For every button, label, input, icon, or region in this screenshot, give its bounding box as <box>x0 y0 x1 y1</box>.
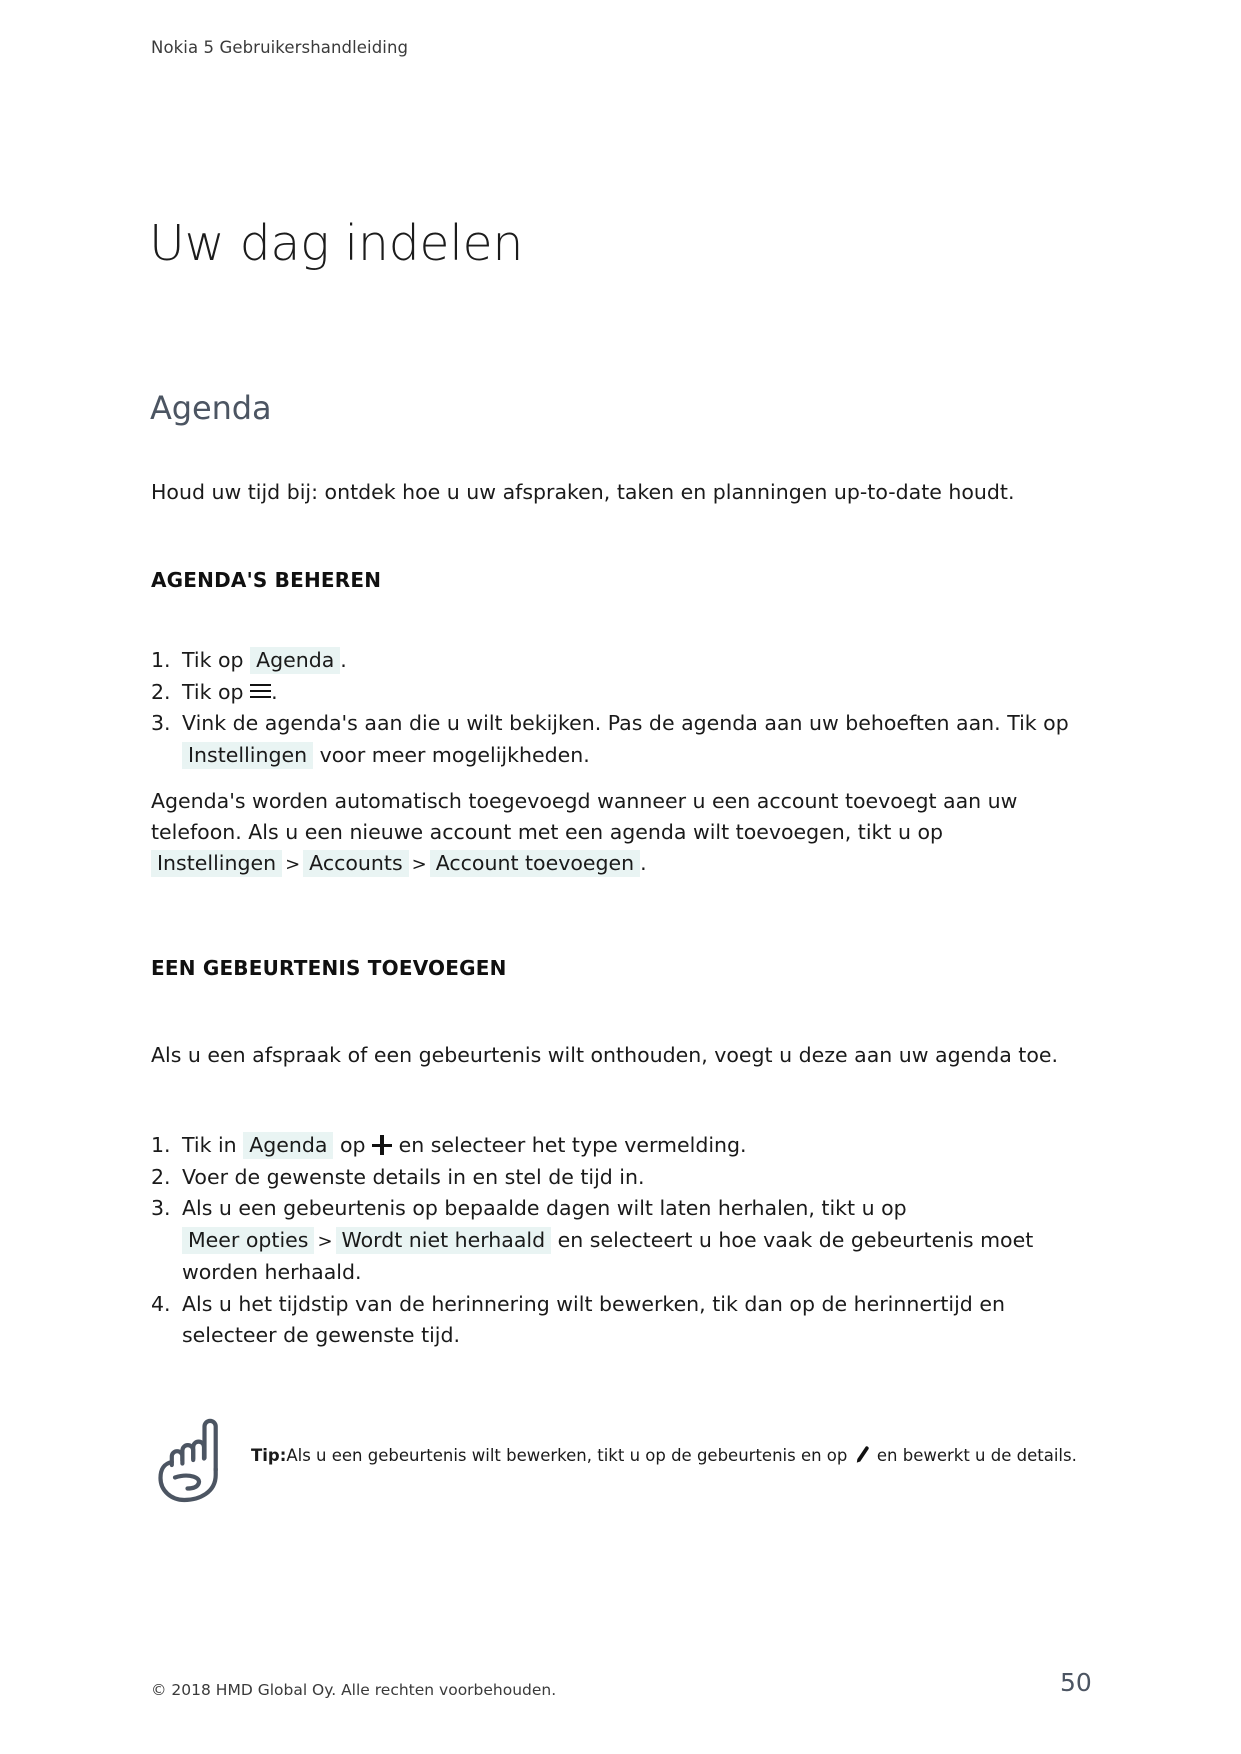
list-item: 1. Tik in Agenda op en selecteer het type… <box>151 1130 1096 1162</box>
ui-term-meer-opties[interactable]: Meer opties <box>182 1226 315 1254</box>
list-number: 2. <box>151 1164 171 1189</box>
pointing-hand-icon <box>151 1418 225 1504</box>
step-text-before: Tik in <box>182 1133 237 1157</box>
subheading-manage-calendars: AGENDA'S BEHEREN <box>151 568 382 592</box>
list-number: 2. <box>151 679 171 704</box>
add-event-intro: Als u een afspraak of een gebeurtenis wi… <box>151 1043 1059 1067</box>
ui-term-instellingen[interactable]: Instellingen <box>182 741 314 769</box>
tip-text-before: Als u een gebeurtenis wilt bewerken, tik… <box>286 1446 848 1465</box>
footer-copyright: © 2018 HMD Global Oy. Alle rechten voorb… <box>151 1681 557 1699</box>
tip-label: Tip: <box>251 1446 287 1465</box>
ui-term-agenda[interactable]: Agenda <box>243 1132 334 1159</box>
pencil-edit-icon[interactable] <box>853 1445 872 1464</box>
list-number: 4. <box>151 1291 171 1316</box>
path-end-period: . <box>640 851 647 875</box>
step-text-after: . <box>271 679 278 704</box>
steps-manage-calendars: 1. Tik op Agenda. 2. Tik op . 3. Vink de ag… <box>151 645 1096 771</box>
step-text-after: voor meer mogelijkheden. <box>319 742 590 767</box>
plus-icon[interactable] <box>372 1135 393 1155</box>
step-text-before: Tik op <box>182 679 244 704</box>
tip-text-after: en bewerkt u de details. <box>876 1446 1077 1465</box>
list-item: 3. Als u een gebeurtenis op bepaalde dage… <box>151 1193 1096 1289</box>
intro-paragraph: Houd uw tijd bij: ontdek hoe u uw afspra… <box>151 480 1015 504</box>
accounts-paragraph: Agenda's worden automatisch toegevoegd w… <box>151 786 1091 880</box>
step-text-before: Tik op <box>182 648 244 672</box>
step-text: Als u het tijdstip van de herinnering wi… <box>182 1291 1005 1348</box>
ui-term-accounts[interactable]: Accounts <box>303 850 409 877</box>
ui-term-wordt-niet-herhaald[interactable]: Wordt niet herhaald <box>335 1226 552 1254</box>
step-text-before: Als u een gebeurtenis op bepaalde dagen … <box>182 1196 907 1220</box>
list-number: 1. <box>151 1133 171 1157</box>
running-header: Nokia 5 Gebruikershandleiding <box>151 38 409 57</box>
list-item: 3. Vink de agenda's aan die u wilt bekijk… <box>151 708 1096 771</box>
list-item: 4. Als u het tijdstip van de herinnering … <box>151 1289 1096 1352</box>
ui-term-account-toevoegen[interactable]: Account toevoegen <box>429 850 641 877</box>
list-item: 2. Voer de gewenste details in en stel de… <box>151 1162 1096 1194</box>
list-number: 1. <box>151 648 171 672</box>
page-number: 50 <box>1060 1668 1092 1697</box>
step-text-after: en selecteer het type vermelding. <box>398 1133 747 1157</box>
step-text-before: Vink de agenda's aan die u wilt bekijken… <box>182 711 1069 735</box>
step-text-middle: op <box>339 1133 366 1157</box>
path-separator: > <box>285 854 301 875</box>
step-text: Voer de gewenste details in en stel de t… <box>182 1164 645 1189</box>
list-item: 2. Tik op . <box>151 677 1096 709</box>
subheading-add-event: EEN GEBEURTENIS TOEVOEGEN <box>151 956 507 980</box>
list-number: 3. <box>151 1196 171 1220</box>
section-heading-agenda: Agenda <box>150 388 272 427</box>
document-page: Nokia 5 Gebruikershandleiding Uw dag ind… <box>0 0 1241 1754</box>
accounts-paragraph-text: Agenda's worden automatisch toegevoegd w… <box>151 789 1018 844</box>
list-number: 3. <box>151 711 171 735</box>
path-separator: > <box>411 854 427 875</box>
step-text-after: . <box>340 648 347 672</box>
hamburger-menu-icon[interactable] <box>250 683 272 699</box>
ui-term-agenda[interactable]: Agenda <box>250 647 341 674</box>
tip-text: Tip:Als u een gebeurtenis wilt bewerken,… <box>251 1443 1091 1468</box>
page-title: Uw dag indelen <box>149 214 524 272</box>
list-item: 1. Tik op Agenda. <box>151 645 1096 677</box>
path-separator: > <box>317 1230 333 1252</box>
ui-term-instellingen-path[interactable]: Instellingen <box>151 850 283 877</box>
steps-add-event: 1. Tik in Agenda op en selecteer het type… <box>151 1130 1096 1352</box>
